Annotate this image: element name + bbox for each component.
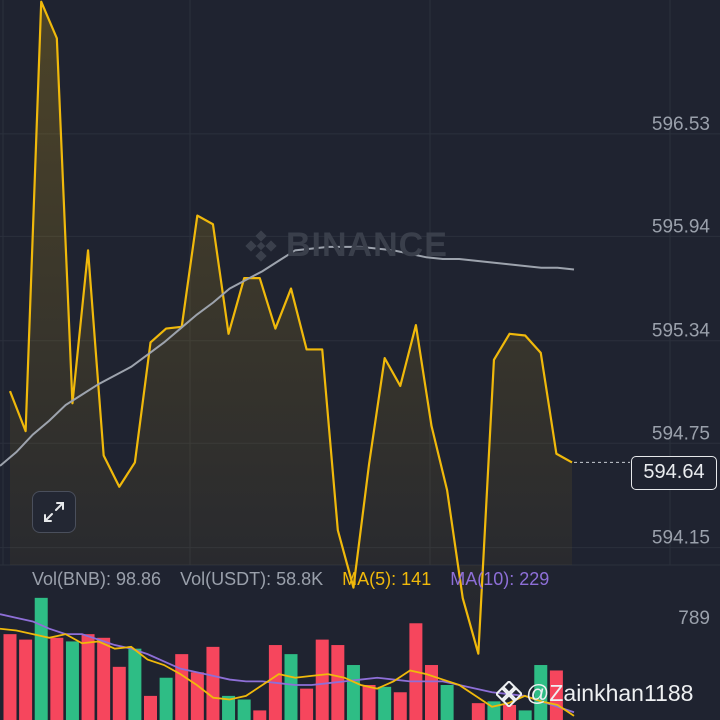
legend-ma5: MA(5): 141	[342, 569, 432, 589]
volume-bar	[50, 637, 64, 720]
legend-vol-usdt: Vol(USDT): 58.8K	[180, 569, 324, 589]
price-chart: 596.53595.94595.34594.75594.1578989.5	[0, 0, 720, 720]
credit-text: @Zainkhan1188	[526, 680, 694, 706]
y-tick-label: 596.53	[652, 114, 710, 135]
volume-bar	[159, 677, 173, 720]
legend-vol-bnb: Vol(BNB): 98.86	[32, 569, 162, 589]
volume-tick-label: 789	[678, 608, 710, 629]
y-tick-label: 595.34	[652, 321, 711, 342]
volume-bar	[315, 639, 329, 720]
volume-bar	[393, 692, 407, 720]
chart-screen: 596.53595.94595.34594.75594.1578989.5 BI…	[0, 0, 720, 720]
legend-ma10: MA(10): 229	[450, 569, 550, 589]
volume-bar	[144, 695, 157, 720]
volume-bar	[471, 703, 485, 720]
volume-bar	[206, 646, 220, 720]
volume-legend: Vol(BNB): 98.86 Vol(USDT): 58.8K MA(5): …	[32, 569, 563, 590]
expand-icon	[44, 502, 64, 522]
credit-label: @Zainkhan1188	[496, 680, 693, 707]
binance-square-icon	[496, 680, 522, 707]
binance-logo-icon	[245, 229, 277, 262]
volume-bar	[34, 597, 48, 720]
volume-bar	[378, 686, 392, 720]
volume-bar	[3, 634, 17, 720]
volume-bar	[112, 666, 126, 720]
volume-bar	[440, 684, 454, 720]
volume-bar	[97, 637, 111, 720]
binance-watermark: BINANCE	[244, 226, 448, 265]
volume-bar	[175, 654, 189, 720]
volume-bar	[503, 704, 517, 720]
y-tick-label: 594.15	[652, 528, 710, 549]
volume-bar	[81, 634, 95, 720]
volume-bar	[518, 710, 532, 720]
volume-bar	[190, 672, 204, 720]
volume-bar	[237, 699, 251, 720]
volume-bar	[346, 665, 360, 720]
last-price-badge: 594.64	[631, 456, 717, 490]
volume-bar	[300, 688, 314, 720]
volume-bar	[19, 639, 33, 720]
volume-bar	[284, 654, 298, 720]
watermark-text: BINANCE	[286, 226, 448, 264]
volume-bar	[362, 684, 376, 720]
volume-bar	[65, 641, 79, 720]
volume-bar	[253, 710, 267, 720]
fullscreen-button[interactable]	[32, 491, 76, 533]
y-tick-label: 594.75	[652, 423, 710, 444]
volume-bar	[425, 665, 438, 720]
y-tick-label: 595.94	[652, 216, 711, 237]
volume-bar	[128, 648, 142, 720]
